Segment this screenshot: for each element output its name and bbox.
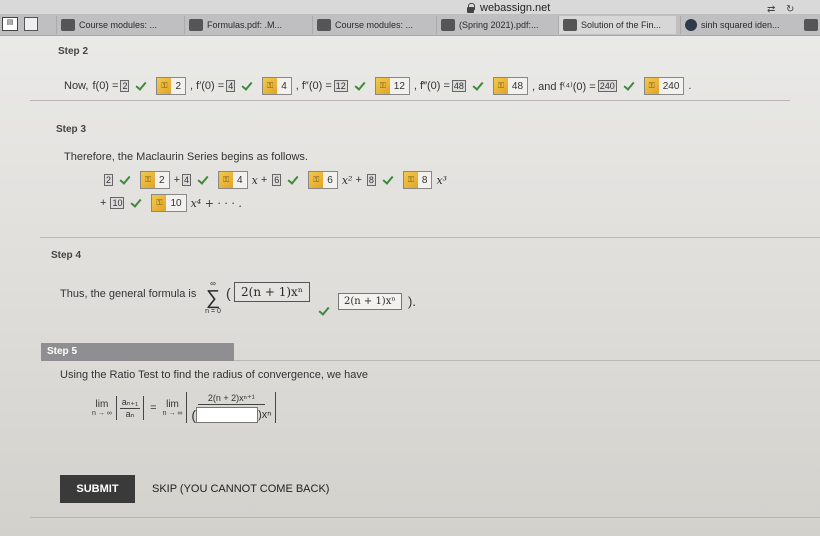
check-icon [129, 199, 141, 207]
check-icon [471, 82, 483, 90]
favicon-icon [804, 19, 818, 31]
check-icon [317, 307, 329, 315]
series-row-2: + 10 ⚿ 10 x⁴ + · · · . [100, 194, 242, 212]
step5-title: Step 5 [41, 343, 234, 361]
c3-input[interactable]: 8 [366, 174, 376, 186]
denominator-input[interactable] [196, 407, 259, 423]
limit-left: lim n → ∞ [92, 398, 112, 417]
f4-input[interactable]: 240 [597, 80, 617, 92]
tab-course-modules-2[interactable]: Course modules: ... [312, 16, 430, 34]
divider [30, 517, 820, 518]
google-icon [685, 19, 697, 31]
check-icon [286, 176, 298, 184]
favicon-icon [441, 19, 455, 31]
general-formula-answer: 2(n + 1)xⁿ [338, 293, 402, 310]
f3-input[interactable]: 48 [451, 80, 466, 92]
favicon-icon [563, 19, 577, 31]
f1-input[interactable]: 4 [226, 80, 236, 92]
c0-answer: ⚿ 2 [140, 171, 170, 189]
divider [30, 100, 790, 101]
f4-answer: ⚿ 240 [643, 77, 685, 95]
f3-answer: ⚿ 48 [492, 77, 529, 95]
general-formula-input[interactable]: 2(n + 1)xⁿ [234, 282, 311, 302]
url-text[interactable]: webassign.net [480, 2, 550, 14]
abs-ratio: aₙ₊₁ aₙ [115, 395, 145, 420]
favicon-icon [61, 19, 75, 31]
reload-icon[interactable]: ↻ [786, 4, 798, 15]
tab-bar: ▤ Course modules: ... Formulas.pdf: .M..… [0, 14, 820, 36]
paren-open: ( [226, 285, 231, 301]
summation: ∞ ∑ n = 0 [205, 279, 221, 316]
c3-answer: ⚿ 8 [402, 171, 433, 189]
tab-spring-2021[interactable]: (Spring 2021).pdf:... [436, 16, 554, 34]
step2-derivatives-row: Now, f(0) = 2 ⚿ 2 , f′(0) = 4 ⚿ 4 , f″(0) … [64, 77, 691, 95]
paren-close: ). [408, 294, 416, 309]
key-icon: ⚿ [263, 78, 278, 94]
submit-button[interactable]: SUBMIT [60, 475, 135, 503]
check-icon [240, 82, 252, 90]
key-icon: ⚿ [644, 78, 659, 94]
c4-input[interactable]: 10 [110, 197, 125, 209]
check-icon [353, 82, 365, 90]
tab-formulas[interactable]: Formulas.pdf: .M... [184, 16, 304, 34]
check-icon [134, 82, 146, 90]
divider [40, 237, 820, 238]
favicon-icon [189, 19, 203, 31]
step5-intro: Using the Ratio Test to find the radius … [60, 369, 368, 381]
check-icon [196, 176, 208, 184]
tab-course-modules-1[interactable]: Course modules: ... [56, 16, 178, 34]
step2-title: Step 2 [58, 46, 89, 57]
f2-answer: ⚿ 12 [374, 77, 410, 95]
key-icon: ⚿ [375, 78, 390, 94]
c4-answer: ⚿ 10 [151, 194, 187, 212]
key-icon: ⚿ [403, 172, 418, 188]
c2-answer: ⚿ 6 [308, 171, 338, 189]
tab-solution[interactable]: Solution of the Fin... [558, 16, 676, 34]
series-row-1: 2 ⚿ 2 + 4 ⚿ 4 x + 6 ⚿ 6 x² + 8 ⚿ 8 x³ [102, 171, 447, 189]
step4-intro: Thus, the general formula is [60, 288, 197, 300]
f1-answer: ⚿ 4 [262, 77, 292, 95]
step3-intro: Therefore, the Maclaurin Series begins a… [64, 151, 308, 163]
tab-more[interactable] [800, 16, 820, 34]
key-icon: ⚿ [219, 172, 234, 188]
c1-input[interactable]: 4 [182, 174, 192, 186]
translate-icon[interactable]: ⇄ [767, 4, 779, 15]
key-icon: ⚿ [141, 172, 156, 188]
key-icon: ⚿ [309, 172, 324, 188]
key-icon: ⚿ [493, 78, 508, 94]
ratio-test-expression: lim n → ∞ aₙ₊₁ aₙ = lim n → ∞ 2(n + 2)xⁿ… [92, 392, 277, 423]
c2-input[interactable]: 6 [272, 174, 282, 186]
favicon-icon [317, 19, 331, 31]
check-icon [118, 176, 130, 184]
tab-overview-icon[interactable] [24, 17, 38, 31]
f0-answer: ⚿ 2 [156, 77, 187, 95]
check-icon [622, 82, 634, 90]
skip-link[interactable]: SKIP (YOU CANNOT COME BACK) [152, 483, 329, 495]
step3-title: Step 3 [56, 124, 87, 135]
page-content: Step 2 Now, f(0) = 2 ⚿ 2 , f′(0) = 4 ⚿ 4 ,… [0, 37, 820, 536]
c1-answer: ⚿ 4 [218, 171, 248, 189]
divider [234, 360, 820, 361]
key-icon: ⚿ [152, 195, 167, 211]
sidebar-toggle-icon[interactable]: ▤ [2, 17, 18, 31]
step4-title: Step 4 [51, 250, 82, 261]
abs-fraction: 2(n + 2)xⁿ⁺¹ ( )xⁿ [186, 392, 277, 423]
f2-input[interactable]: 12 [333, 80, 348, 92]
check-icon [381, 176, 393, 184]
limit-right: lim n → ∞ [162, 398, 183, 417]
f0-input[interactable]: 2 [120, 80, 130, 92]
lock-icon [466, 3, 475, 13]
key-icon: ⚿ [157, 78, 172, 94]
c0-input[interactable]: 2 [104, 174, 114, 186]
tab-sinh-squared[interactable]: sinh squared iden... [680, 16, 798, 34]
